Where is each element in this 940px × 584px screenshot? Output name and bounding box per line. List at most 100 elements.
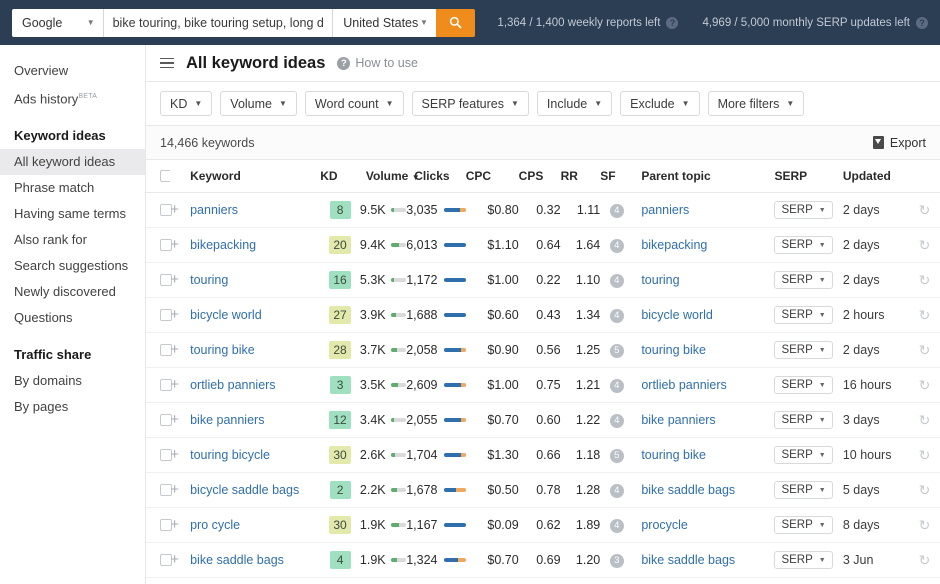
- table-row[interactable]: +bikepacking209.4K6,013$1.100.641.644bik…: [146, 228, 940, 263]
- serp-button[interactable]: SERP▼: [774, 341, 832, 359]
- serp-button[interactable]: SERP▼: [774, 271, 832, 289]
- serp-features-badge[interactable]: 4: [610, 274, 624, 288]
- add-keyword-icon[interactable]: +: [170, 519, 190, 531]
- th-cps[interactable]: CPS: [519, 160, 561, 193]
- refresh-icon[interactable]: ↻: [919, 238, 931, 252]
- add-keyword-icon[interactable]: +: [170, 379, 190, 391]
- keyword-link[interactable]: bicycle saddle bags: [190, 483, 299, 497]
- th-clicks[interactable]: Clicks: [406, 160, 466, 193]
- how-to-use-link[interactable]: ? How to use: [337, 56, 418, 70]
- serp-features-badge[interactable]: 5: [610, 449, 624, 463]
- serp-features-badge[interactable]: 4: [610, 519, 624, 533]
- sidebar-item-overview[interactable]: Overview: [0, 58, 145, 84]
- filter-include[interactable]: Include▼: [537, 91, 612, 116]
- table-row[interactable]: +bicycle saddle bags22.2K1,678$0.500.781…: [146, 473, 940, 508]
- add-keyword-icon[interactable]: +: [170, 484, 190, 496]
- serp-button[interactable]: SERP▼: [774, 376, 832, 394]
- serp-button[interactable]: SERP▼: [774, 481, 832, 499]
- serp-features-badge[interactable]: 4: [610, 414, 624, 428]
- add-keyword-icon[interactable]: +: [170, 274, 190, 286]
- sidebar-item-phrase-match[interactable]: Phrase match: [0, 175, 145, 201]
- table-scroll-area[interactable]: Keyword KD Volume ▼ Clicks CPC CPS RR SF…: [146, 160, 940, 584]
- filter-volume[interactable]: Volume▼: [220, 91, 297, 116]
- table-row[interactable]: +bicycle world273.9K1,688$0.600.431.344b…: [146, 298, 940, 333]
- serp-button[interactable]: SERP▼: [774, 516, 832, 534]
- parent-topic-link[interactable]: panniers: [641, 203, 689, 217]
- parent-topic-link[interactable]: bikepacking: [641, 238, 707, 252]
- refresh-icon[interactable]: ↻: [919, 553, 931, 567]
- table-row[interactable]: +touring165.3K1,172$1.000.221.104touring…: [146, 263, 940, 298]
- table-row[interactable]: +touring bike283.7K2,058$0.900.561.255to…: [146, 333, 940, 368]
- serp-features-badge[interactable]: 4: [610, 379, 624, 393]
- serp-button[interactable]: SERP▼: [774, 446, 832, 464]
- th-keyword[interactable]: Keyword: [190, 160, 320, 193]
- serp-features-badge[interactable]: 4: [610, 204, 624, 218]
- keyword-link[interactable]: bicycle world: [190, 308, 262, 322]
- keyword-link[interactable]: touring bike: [190, 343, 255, 357]
- table-row[interactable]: +pro cycle301.9K1,167$0.090.621.894procy…: [146, 508, 940, 543]
- help-icon[interactable]: ?: [916, 17, 928, 29]
- refresh-icon[interactable]: ↻: [919, 273, 931, 287]
- search-engine-select[interactable]: Google ▼: [12, 9, 103, 37]
- table-row[interactable]: +bike panniers123.4K2,055$0.700.601.224b…: [146, 403, 940, 438]
- th-volume[interactable]: Volume ▼: [360, 160, 406, 193]
- sidebar-item-having-same-terms[interactable]: Having same terms: [0, 201, 145, 227]
- refresh-icon[interactable]: ↻: [919, 448, 931, 462]
- th-parent-topic[interactable]: Parent topic: [633, 160, 774, 193]
- serp-button[interactable]: SERP▼: [774, 551, 832, 569]
- parent-topic-link[interactable]: procycle: [641, 518, 688, 532]
- table-row[interactable]: +pannier bags71.8K831$0.800.451.186bike …: [146, 578, 940, 584]
- sidebar-item-questions[interactable]: Questions: [0, 305, 145, 331]
- help-icon[interactable]: ?: [666, 17, 678, 29]
- serp-button[interactable]: SERP▼: [774, 306, 832, 324]
- th-cpc[interactable]: CPC: [466, 160, 519, 193]
- serp-features-badge[interactable]: 4: [610, 484, 624, 498]
- refresh-icon[interactable]: ↻: [919, 518, 931, 532]
- keyword-link[interactable]: ortlieb panniers: [190, 378, 275, 392]
- filter-exclude[interactable]: Exclude▼: [620, 91, 699, 116]
- add-keyword-icon[interactable]: +: [170, 239, 190, 251]
- refresh-icon[interactable]: ↻: [919, 308, 931, 322]
- sidebar-item-newly-discovered[interactable]: Newly discovered: [0, 279, 145, 305]
- refresh-icon[interactable]: ↻: [919, 483, 931, 497]
- serp-features-badge[interactable]: 5: [610, 344, 624, 358]
- filter-kd[interactable]: KD▼: [160, 91, 212, 116]
- refresh-icon[interactable]: ↻: [919, 413, 931, 427]
- sidebar-item-by-pages[interactable]: By pages: [0, 394, 145, 420]
- th-rr[interactable]: RR: [561, 160, 601, 193]
- serp-button[interactable]: SERP▼: [774, 411, 832, 429]
- th-updated[interactable]: Updated: [843, 160, 909, 193]
- add-keyword-icon[interactable]: +: [170, 309, 190, 321]
- add-keyword-icon[interactable]: +: [170, 204, 190, 216]
- sidebar-item-all-keyword-ideas[interactable]: All keyword ideas: [0, 149, 145, 175]
- serp-features-badge[interactable]: 4: [610, 309, 624, 323]
- keyword-link[interactable]: pro cycle: [190, 518, 240, 532]
- parent-topic-link[interactable]: bike saddle bags: [641, 483, 735, 497]
- table-row[interactable]: +ortlieb panniers33.5K2,609$1.000.751.21…: [146, 368, 940, 403]
- filter-serp-features[interactable]: SERP features▼: [412, 91, 529, 116]
- keyword-link[interactable]: bike saddle bags: [190, 553, 284, 567]
- th-kd[interactable]: KD: [320, 160, 360, 193]
- parent-topic-link[interactable]: touring bike: [641, 448, 706, 462]
- table-row[interactable]: +panniers89.5K3,035$0.800.321.114pannier…: [146, 193, 940, 228]
- keyword-link[interactable]: touring bicycle: [190, 448, 270, 462]
- serp-features-badge[interactable]: 3: [610, 554, 624, 568]
- parent-topic-link[interactable]: ortlieb panniers: [641, 378, 726, 392]
- keyword-link[interactable]: panniers: [190, 203, 238, 217]
- keyword-link[interactable]: bike panniers: [190, 413, 264, 427]
- parent-topic-link[interactable]: touring: [641, 273, 679, 287]
- sidebar-item-search-suggestions[interactable]: Search suggestions: [0, 253, 145, 279]
- keyword-link[interactable]: touring: [190, 273, 228, 287]
- keyword-link[interactable]: bikepacking: [190, 238, 256, 252]
- sidebar-toggle-icon[interactable]: [160, 55, 174, 72]
- serp-button[interactable]: SERP▼: [774, 236, 832, 254]
- filter-more-filters[interactable]: More filters▼: [708, 91, 805, 116]
- sidebar-item-also-rank-for[interactable]: Also rank for: [0, 227, 145, 253]
- filter-word-count[interactable]: Word count▼: [305, 91, 404, 116]
- add-keyword-icon[interactable]: +: [170, 554, 190, 566]
- search-button[interactable]: [436, 9, 476, 37]
- parent-topic-link[interactable]: bike panniers: [641, 413, 715, 427]
- parent-topic-link[interactable]: bike saddle bags: [641, 553, 735, 567]
- country-select[interactable]: United States ▼: [333, 9, 436, 37]
- table-row[interactable]: +bike saddle bags41.9K1,324$0.700.691.20…: [146, 543, 940, 578]
